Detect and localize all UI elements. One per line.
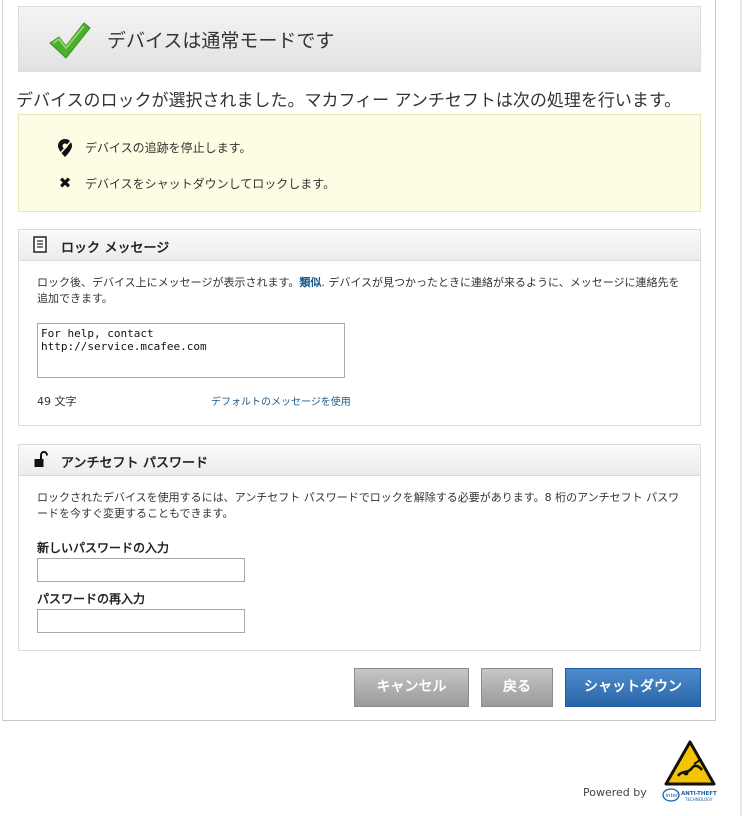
- svg-text:TECHNOLOGY: TECHNOLOGY: [684, 797, 713, 802]
- powered-by-text: Powered by: [583, 786, 647, 799]
- window-edge: [740, 0, 742, 816]
- cancel-button[interactable]: キャンセル: [354, 668, 469, 707]
- password-panel: アンチセフト パスワード ロックされたデバイスを使用するには、アンチセフト パス…: [18, 444, 701, 651]
- password-title: アンチセフト パスワード: [61, 456, 209, 471]
- svg-text:intel: intel: [666, 793, 679, 799]
- character-count: 49 文字: [37, 395, 77, 408]
- password-header: アンチセフト パスワード: [19, 445, 700, 476]
- password-description: ロックされたデバイスを使用するには、アンチセフト パスワードでロックを解除する必…: [37, 491, 680, 520]
- actions-notice: デバイスの追跡を停止します。 ✖ デバイスをシャットダウンしてロックします。: [18, 114, 701, 212]
- desc-text: ロック後、デバイス上にメッセージが表示されます。: [37, 276, 300, 289]
- similar-link[interactable]: 類似: [299, 276, 321, 289]
- new-password-input[interactable]: [37, 558, 245, 582]
- intro-text: デバイスのロックが選択されました。マカフィー アンチセフトは次の処理を行います。: [16, 91, 682, 111]
- status-title: デバイスは通常モードです: [107, 30, 335, 52]
- lock-message-panel: ロック メッセージ ロック後、デバイス上にメッセージが表示されます。類似. デバ…: [18, 229, 701, 426]
- status-header: デバイスは通常モードです: [18, 6, 701, 72]
- warning-triangle-logo-icon: [664, 740, 716, 786]
- action-text: デバイスをシャットダウンしてロックします。: [85, 177, 336, 191]
- action-item-stop-tracking: デバイスの追跡を停止します。: [55, 138, 251, 157]
- unlock-icon: [34, 451, 48, 467]
- location-pin-icon: [55, 138, 75, 157]
- action-item-shutdown-lock: ✖ デバイスをシャットダウンしてロックします。: [55, 174, 335, 192]
- document-icon: [33, 236, 47, 253]
- lock-message-title: ロック メッセージ: [61, 241, 170, 256]
- lock-message-textarea[interactable]: For help, contact http://service.mcafee.…: [37, 323, 345, 378]
- shutdown-button[interactable]: シャットダウン: [565, 668, 701, 707]
- use-default-message-link[interactable]: デフォルトのメッセージを使用: [211, 393, 351, 408]
- back-button[interactable]: 戻る: [481, 668, 553, 707]
- checkmark-icon: [49, 22, 91, 59]
- lock-message-description: ロック後、デバイス上にメッセージが表示されます。類似. デバイスが見つかったとき…: [37, 275, 687, 307]
- reenter-password-label: パスワードの再入力: [37, 592, 146, 606]
- new-password-label: 新しいパスワードの入力: [37, 541, 170, 555]
- x-mark-icon: ✖: [58, 174, 72, 192]
- reenter-password-input[interactable]: [37, 609, 245, 633]
- action-text: デバイスの追跡を停止します。: [85, 141, 252, 155]
- lock-message-header: ロック メッセージ: [19, 230, 700, 261]
- intel-anti-theft-logo-icon: intel ANTI-THEFT TECHNOLOGY: [662, 788, 717, 802]
